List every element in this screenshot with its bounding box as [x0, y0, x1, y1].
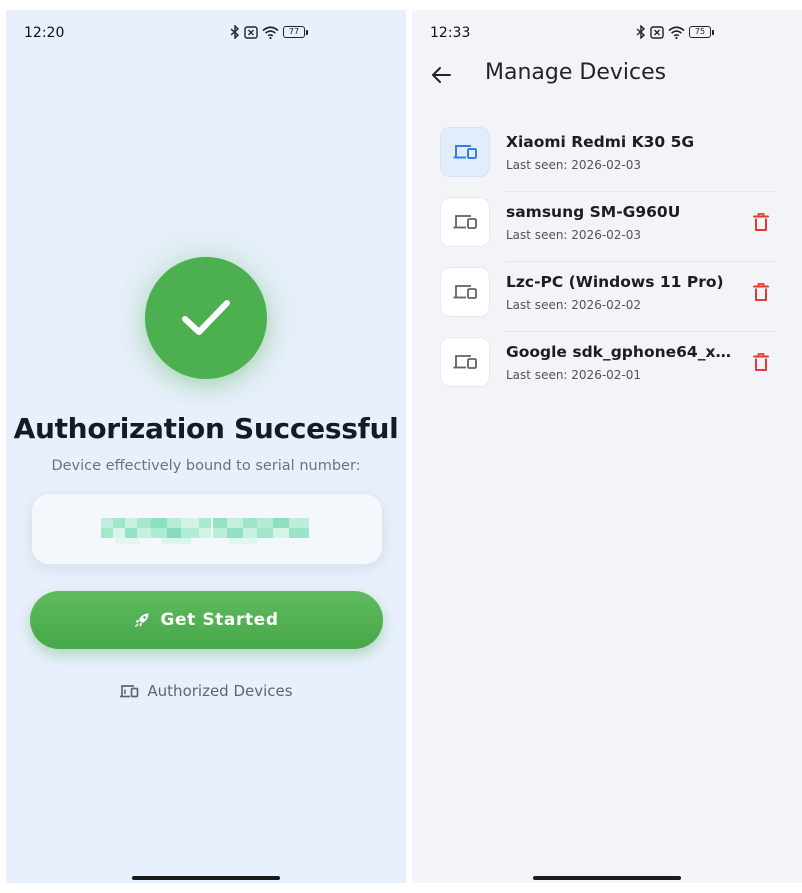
devices-icon — [120, 685, 139, 698]
device-last-seen: Last seen: 2026-02-03 — [506, 158, 642, 172]
device-name: Lzc-PC (Windows 11 Pro) — [506, 273, 724, 291]
app-bar: Manage Devices — [412, 56, 802, 92]
device-item-current[interactable]: Xiaomi Redmi K30 5G Last seen: 2026-02-0… — [440, 122, 776, 192]
devices-icon — [453, 355, 477, 369]
page-title: Authorization Successful — [13, 412, 399, 445]
devices-icon — [453, 145, 477, 159]
devices-icon — [453, 215, 477, 229]
authorized-devices-label: Authorized Devices — [147, 682, 293, 700]
devices-icon — [453, 285, 477, 299]
wifi-icon — [262, 25, 279, 39]
device-item[interactable]: Lzc-PC (Windows 11 Pro) Last seen: 2026-… — [440, 262, 776, 332]
status-icons: 77 — [230, 25, 308, 39]
bound-serial-caption: Device effectively bound to serial numbe… — [51, 458, 361, 474]
home-indicator[interactable] — [533, 876, 681, 880]
serial-number-redacted — [101, 514, 313, 544]
device-item[interactable]: Google sdk_gphone64_x86_... Last seen: 2… — [440, 332, 776, 402]
get-started-button[interactable]: Get Started — [30, 591, 383, 649]
status-time: 12:33 — [430, 25, 471, 41]
battery-level: 77 — [283, 26, 305, 38]
sim-off-icon — [244, 25, 258, 39]
manage-devices-screen: 12:33 75 Manage Devices Xiaomi Redmi K30 — [412, 10, 802, 883]
battery-icon: 75 — [689, 26, 714, 38]
device-name: samsung SM-G960U — [506, 203, 681, 221]
authorized-devices-link[interactable]: Authorized Devices — [6, 682, 406, 700]
battery-level: 75 — [689, 26, 711, 38]
trash-icon[interactable] — [750, 351, 772, 373]
bluetooth-icon — [636, 25, 646, 39]
checkmark-icon — [182, 300, 230, 335]
trash-icon[interactable] — [750, 211, 772, 233]
rocket-icon — [135, 613, 149, 627]
status-bar: 12:33 75 — [412, 10, 802, 56]
device-icon-container — [440, 267, 490, 317]
page-title: Manage Devices — [485, 60, 667, 85]
device-icon-container — [440, 337, 490, 387]
status-time: 12:20 — [24, 25, 65, 41]
device-last-seen: Last seen: 2026-02-02 — [506, 298, 642, 312]
device-icon-container — [440, 197, 490, 247]
device-name: Xiaomi Redmi K30 5G — [506, 133, 695, 151]
status-icons: 75 — [636, 25, 714, 39]
serial-number-card — [31, 493, 383, 565]
bluetooth-icon — [230, 25, 240, 39]
device-last-seen: Last seen: 2026-02-01 — [506, 368, 642, 382]
device-item[interactable]: samsung SM-G960U Last seen: 2026-02-03 — [440, 192, 776, 262]
authorization-screen: 12:20 77 Authorization Successful Device… — [6, 10, 406, 883]
device-last-seen: Last seen: 2026-02-03 — [506, 228, 642, 242]
success-badge — [145, 257, 267, 379]
battery-icon: 77 — [283, 26, 308, 38]
trash-icon[interactable] — [750, 281, 772, 303]
wifi-icon — [668, 25, 685, 39]
screenshot-frame: 12:20 77 Authorization Successful Device… — [0, 0, 802, 893]
device-icon-container — [440, 127, 490, 177]
get-started-label: Get Started — [160, 610, 279, 630]
device-list: Xiaomi Redmi K30 5G Last seen: 2026-02-0… — [440, 122, 776, 402]
sim-off-icon — [650, 25, 664, 39]
device-name: Google sdk_gphone64_x86_... — [506, 343, 732, 361]
status-bar: 12:20 77 — [6, 10, 406, 56]
home-indicator[interactable] — [132, 876, 280, 880]
arrow-left-icon[interactable] — [430, 64, 452, 86]
